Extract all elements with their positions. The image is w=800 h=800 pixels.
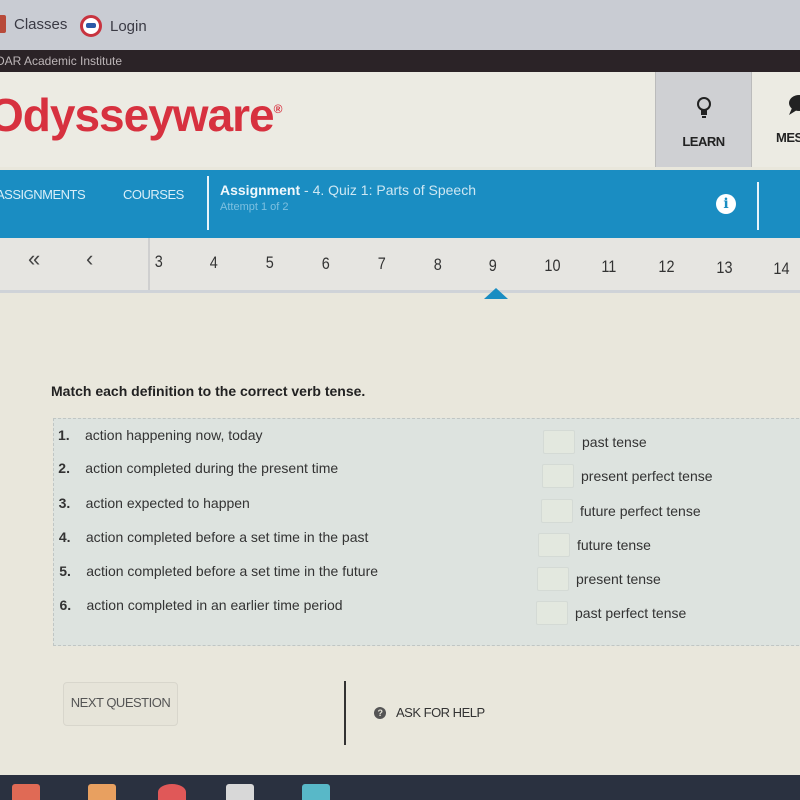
page-number[interactable]: 3: [155, 252, 163, 272]
nav-learn[interactable]: LEARN: [655, 72, 752, 167]
brand-name: Odysseyware: [0, 89, 275, 141]
attempt-count: Attempt 1 of 2: [220, 201, 289, 213]
page-number-current[interactable]: 9: [489, 256, 497, 276]
definition-number: 4.: [58, 529, 71, 545]
page-number[interactable]: 10: [544, 256, 560, 276]
page-number[interactable]: 12: [658, 257, 674, 277]
institute-name: DAR Academic Institute: [0, 54, 123, 68]
lightbulb-icon: [656, 96, 751, 126]
app-icon[interactable]: [158, 784, 186, 800]
app-icon[interactable]: [88, 784, 116, 800]
page-number[interactable]: 4: [210, 253, 218, 273]
help-icon: ?: [374, 706, 386, 719]
definition-number: 5.: [59, 563, 71, 579]
tense-choice[interactable]: future perfect tense: [541, 499, 701, 523]
tense-label: future perfect tense: [580, 503, 701, 519]
definition-text: action expected to happen: [85, 495, 250, 511]
ask-for-help-button[interactable]: ? ASK FOR HELP: [374, 705, 485, 720]
info-icon[interactable]: i: [716, 194, 736, 214]
answer-drop-box[interactable]: [542, 464, 574, 488]
definition-item: 2. action completed during the present ti…: [58, 460, 338, 476]
bookmarks-bar: Classes Login: [0, 0, 800, 51]
login-icon: [80, 15, 102, 37]
definition-number: 6.: [59, 597, 72, 613]
page-number[interactable]: 8: [434, 255, 442, 275]
divider: [344, 681, 346, 745]
app-icon[interactable]: [302, 784, 330, 800]
registered-mark: ®: [273, 102, 283, 116]
tense-label: past tense: [582, 434, 647, 450]
page-number[interactable]: 14: [773, 259, 789, 279]
page-number[interactable]: 7: [378, 254, 386, 274]
bookmark-classes[interactable]: Classes: [0, 15, 67, 33]
definition-text: action completed during the present time: [85, 460, 339, 476]
definition-text: action happening now, today: [85, 427, 263, 443]
tense-label: present tense: [576, 571, 661, 587]
message-icon: [786, 94, 800, 122]
tab-courses[interactable]: COURSES: [123, 187, 184, 202]
definition-text: action completed in an earlier time peri…: [86, 597, 343, 613]
tense-choice[interactable]: past tense: [543, 430, 647, 454]
answer-drop-box[interactable]: [538, 533, 570, 557]
institute-bar: DAR Academic Institute: [0, 50, 800, 72]
bookmark-login[interactable]: Login: [80, 15, 147, 37]
page-number[interactable]: 5: [266, 253, 274, 273]
page-list: 3 4 5 6 7 8 9 10 11 12 13 14: [150, 238, 800, 290]
answer-drop-box[interactable]: [541, 499, 573, 523]
matching-panel: 1. action happening now, today 2. action co…: [53, 418, 800, 646]
page-number[interactable]: 13: [716, 258, 732, 278]
tense-choice[interactable]: present tense: [537, 567, 661, 591]
classes-icon: [0, 15, 6, 33]
tense-label: present perfect tense: [581, 468, 713, 484]
tab-assignments[interactable]: ASSIGNMENTS: [0, 187, 86, 202]
assignment-title: Assignment - 4. Quiz 1: Parts of Speech: [220, 182, 476, 198]
divider: [207, 176, 209, 230]
definition-item: 1. action happening now, today: [58, 427, 262, 443]
definition-number: 1.: [58, 427, 70, 443]
taskbar: [0, 775, 800, 800]
site-header: Odysseyware® LEARN MES: [0, 72, 800, 167]
app-icon[interactable]: [226, 784, 254, 800]
assignment-bar: ASSIGNMENTS COURSES Assignment - 4. Quiz…: [0, 170, 800, 238]
pager-controls: « ‹: [0, 238, 150, 290]
definition-text: action completed before a set time in th…: [86, 563, 379, 579]
answer-drop-box[interactable]: [537, 567, 569, 591]
definition-number: 2.: [58, 460, 70, 476]
bookmark-label: Classes: [14, 15, 68, 33]
divider: [757, 182, 759, 230]
odysseyware-logo[interactable]: Odysseyware®: [0, 88, 282, 142]
tense-choice[interactable]: present perfect tense: [542, 464, 713, 488]
prev-page-button[interactable]: ‹: [86, 246, 93, 272]
first-page-button[interactable]: «: [28, 246, 40, 272]
tense-choice[interactable]: past perfect tense: [536, 601, 686, 625]
rocket-app-icon[interactable]: [12, 784, 40, 800]
page-number[interactable]: 11: [601, 257, 616, 277]
help-label: ASK FOR HELP: [396, 705, 485, 720]
definition-item: 5. action completed before a set time in …: [59, 563, 378, 579]
current-page-marker: [484, 288, 508, 299]
answer-drop-box[interactable]: [536, 601, 568, 625]
tense-label: future tense: [577, 537, 651, 553]
definition-item: 6. action completed in an earlier time pe…: [60, 597, 343, 613]
tense-label: past perfect tense: [575, 605, 687, 621]
nav-messages[interactable]: MES: [770, 72, 800, 167]
definition-number: 3.: [58, 495, 71, 511]
tense-choice[interactable]: future tense: [538, 533, 651, 557]
next-question-button[interactable]: NEXT QUESTION: [63, 682, 178, 726]
question-pager: « ‹ 3 4 5 6 7 8 9 10 11 12 13 14: [0, 238, 800, 293]
question-prompt: Match each definition to the correct ver…: [51, 383, 366, 399]
assignment-label: Assignment: [220, 182, 301, 198]
assignment-name: - 4. Quiz 1: Parts of Speech: [304, 182, 476, 198]
answer-drop-box[interactable]: [543, 430, 575, 454]
page-number[interactable]: 6: [322, 254, 330, 274]
definition-text: action completed before a set time in th…: [85, 529, 369, 545]
definition-item: 3. action expected to happen: [59, 495, 250, 511]
bookmark-label: Login: [110, 17, 147, 35]
nav-learn-label: LEARN: [682, 134, 725, 149]
nav-messages-label: MES: [776, 130, 800, 145]
definition-item: 4. action completed before a set time in …: [59, 529, 369, 545]
